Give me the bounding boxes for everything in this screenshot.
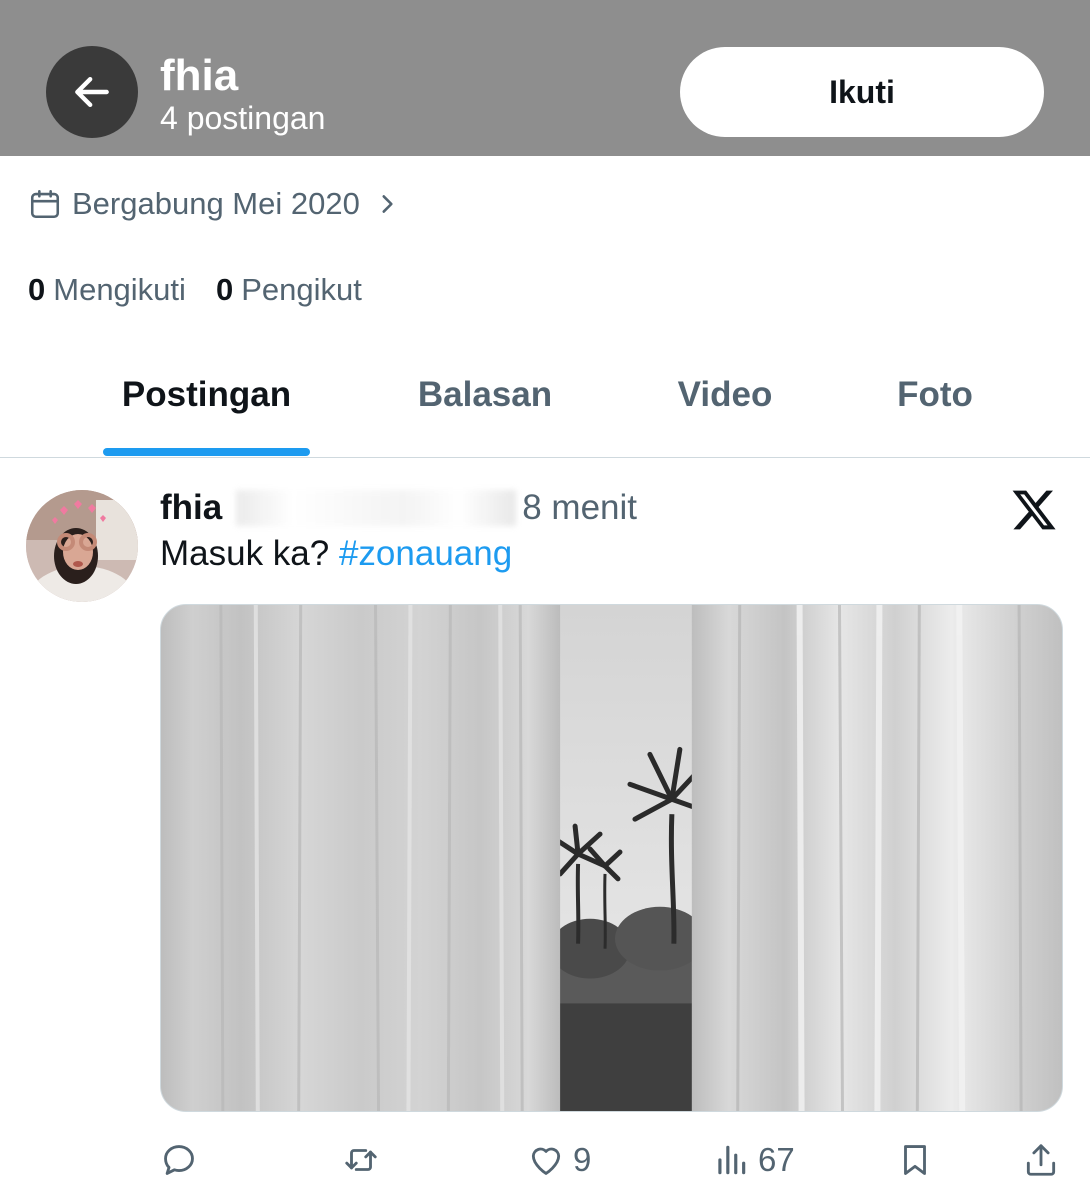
views-count: 67 — [758, 1141, 795, 1178]
views-chart-icon — [718, 1145, 746, 1175]
following-stat[interactable]: 0 Mengikuti — [28, 272, 186, 308]
share-button[interactable] — [1022, 1134, 1060, 1186]
post-body: Masuk ka? — [160, 534, 339, 573]
avatar-image — [26, 490, 138, 602]
repost-icon — [345, 1149, 377, 1171]
joined-date[interactable]: Bergabung Mei 2020 — [28, 182, 400, 226]
views-button[interactable]: 67 — [712, 1134, 795, 1186]
post-text: Masuk ka? #zonauang — [160, 534, 512, 582]
joined-label: Bergabung Mei 2020 — [72, 186, 360, 221]
active-tab-indicator — [103, 448, 310, 456]
like-count: 9 — [573, 1141, 592, 1178]
post-author-name[interactable]: fhia — [160, 488, 222, 528]
x-logo-icon — [1012, 490, 1056, 530]
repost-button[interactable] — [342, 1134, 388, 1186]
tab-postingan[interactable]: Postingan — [103, 370, 310, 420]
post-timestamp[interactable]: 8 menit — [522, 488, 637, 528]
chevron-right-icon — [382, 195, 393, 213]
follow-button[interactable]: Ikuti — [680, 47, 1044, 137]
tab-foto[interactable]: Foto — [875, 370, 995, 420]
profile-tabs: Postingan Balasan Video Foto — [0, 350, 1090, 458]
tab-video[interactable]: Video — [655, 370, 795, 420]
header-username: fhia — [160, 51, 239, 100]
curtain-photo — [161, 605, 1062, 1111]
arrow-left-icon — [75, 76, 109, 108]
hashtag-link[interactable]: #zonauang — [339, 534, 512, 573]
back-button[interactable] — [46, 46, 138, 138]
followers-label: Pengikut — [241, 272, 362, 307]
like-button[interactable]: 9 — [527, 1134, 591, 1186]
follow-stats: 0 Mengikuti 0 Pengikut — [28, 268, 392, 312]
following-count: 0 — [28, 272, 46, 307]
heart-icon — [531, 1147, 561, 1175]
bookmark-button[interactable] — [896, 1134, 934, 1186]
avatar[interactable] — [26, 490, 138, 602]
tab-balasan[interactable]: Balasan — [395, 370, 575, 420]
header-post-count: 4 postingan — [160, 100, 326, 136]
profile-page: fhia 4 postingan Ikuti Bergabung Mei 202… — [0, 0, 1090, 1200]
following-label: Mengikuti — [53, 272, 186, 307]
reply-button[interactable] — [160, 1134, 206, 1186]
post-handle-redacted — [236, 490, 517, 526]
share-icon — [1026, 1144, 1056, 1176]
post-actions: 9 67 — [0, 1134, 1090, 1186]
post-media-image[interactable] — [160, 604, 1063, 1112]
calendar-icon — [30, 189, 60, 219]
reply-icon — [164, 1145, 194, 1175]
post-header: fhia 8 menit — [160, 484, 637, 532]
bookmark-icon — [904, 1145, 926, 1175]
profile-header: fhia 4 postingan Ikuti — [0, 0, 1090, 156]
followers-stat[interactable]: 0 Pengikut — [216, 272, 362, 308]
followers-count: 0 — [215, 272, 234, 307]
